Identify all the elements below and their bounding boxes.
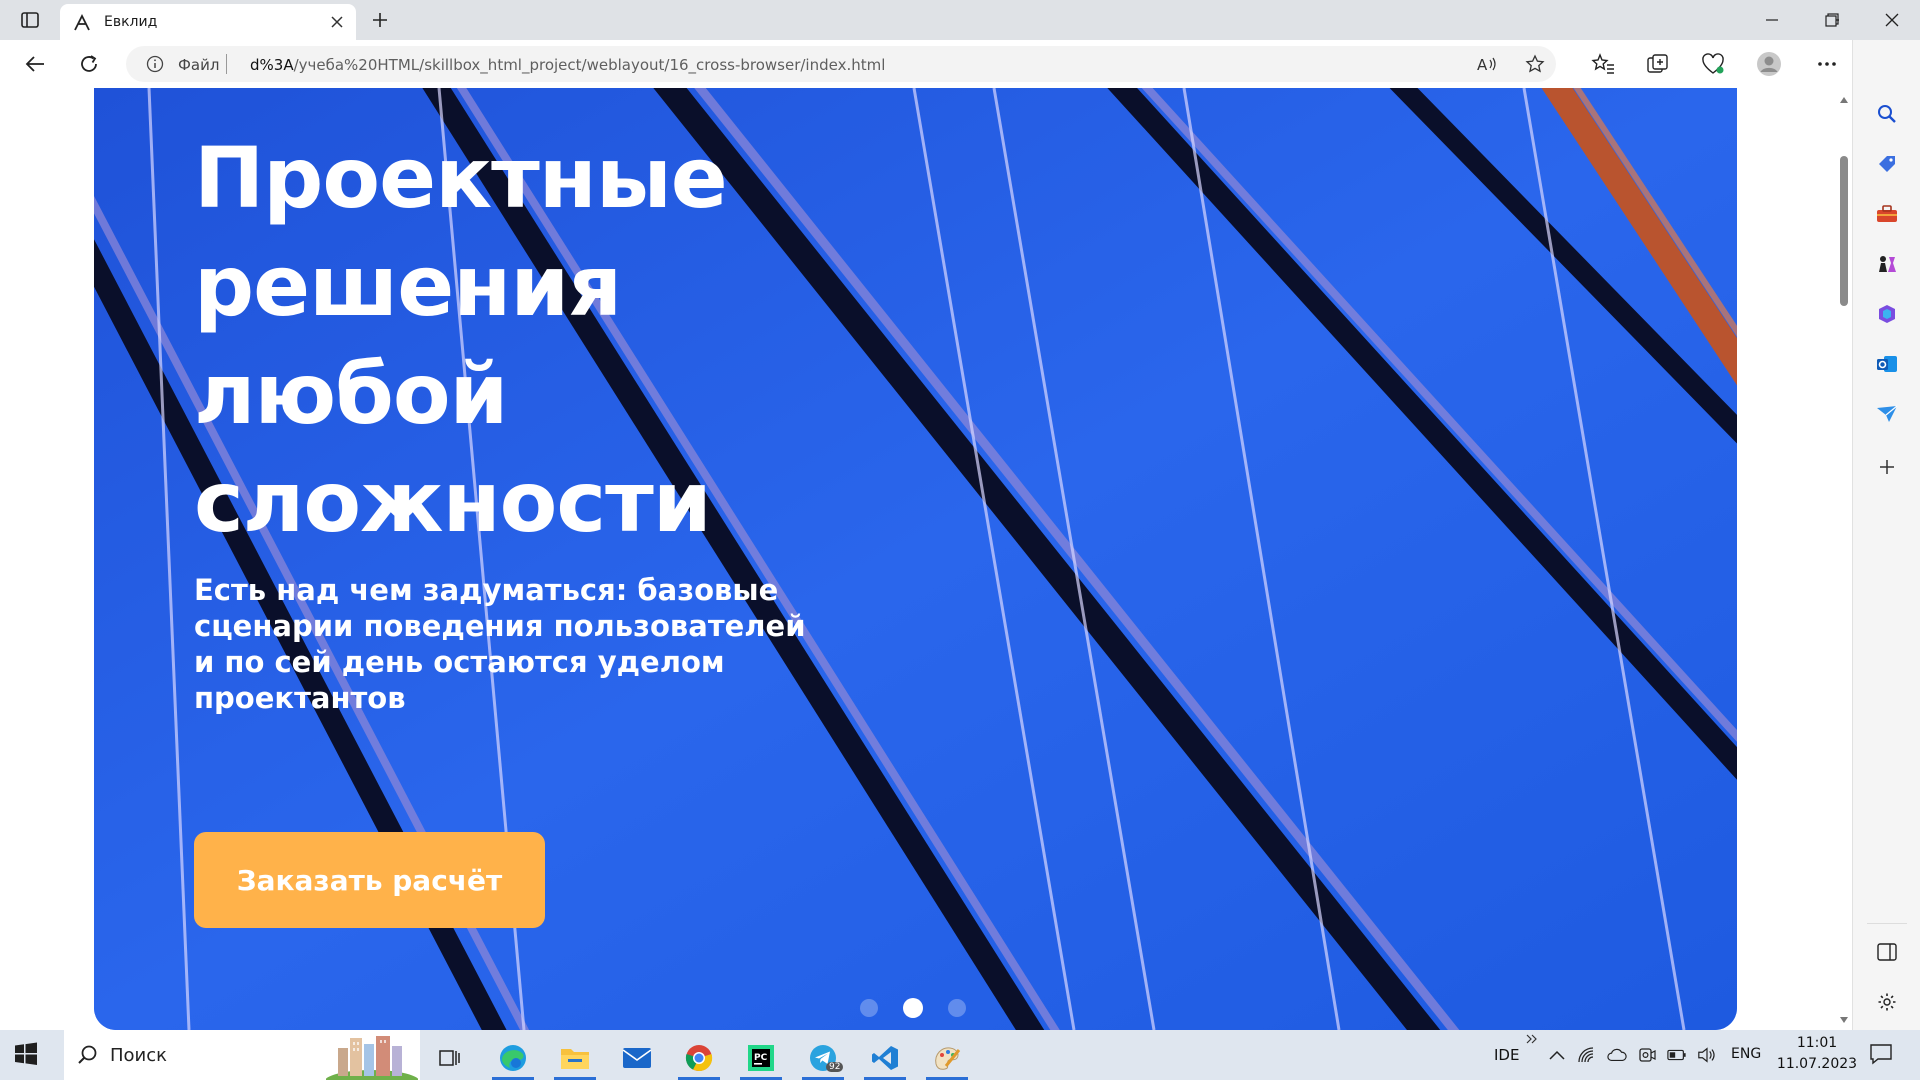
page-viewport: Проектные решения любой сложности Есть н… [0,88,1836,1030]
hero-section: Проектные решения любой сложности Есть н… [94,88,1737,1030]
restore-window-icon[interactable] [1805,0,1859,40]
chrome-icon[interactable] [674,1036,724,1080]
read-aloud-icon[interactable]: A [1476,54,1498,74]
windows-start-icon[interactable] [14,1042,38,1066]
edge-sidebar [1852,40,1920,1030]
toolbar-expand-chevrons-icon[interactable] [1523,1032,1541,1046]
address-bar[interactable]: Файл d%3A/учеба%20HTML/skillbox_html_pro… [126,46,1556,82]
slider-dot-1[interactable] [860,999,878,1017]
battery-icon[interactable] [1667,1045,1687,1065]
hero-title-line: Проектные [194,129,728,227]
scroll-down-arrow-icon[interactable] [1840,1016,1848,1024]
task-view-icon[interactable] [425,1036,475,1080]
file-explorer-icon[interactable] [550,1036,600,1080]
favorites-icon[interactable] [1590,52,1616,76]
add-sidebar-app-icon[interactable] [1875,455,1899,479]
url-text[interactable]: d%3A/учеба%20HTML/skillbox_html_project/… [250,56,885,74]
outlook-icon[interactable] [1875,352,1899,376]
scrollbar-thumb[interactable] [1840,156,1848,306]
mail-icon[interactable] [612,1036,662,1080]
euclid-favicon-icon [72,13,92,33]
vscode-icon[interactable] [860,1036,910,1080]
clock-time[interactable]: 11:01 [1792,1035,1842,1051]
search-highlight-city-icon [324,1030,420,1080]
address-separator [226,54,227,74]
slider-dot-3[interactable] [948,999,966,1017]
slider-dot-2-active[interactable] [903,998,923,1018]
wifi-icon[interactable] [1577,1045,1597,1065]
pycharm-icon[interactable]: PC [736,1036,786,1080]
tab-strip: Евклид [0,0,1920,40]
telegram-unread-badge: 92 [826,1062,844,1072]
profile-avatar-icon[interactable] [1756,52,1782,76]
active-tab[interactable]: Евклид [60,4,356,40]
telegram-icon[interactable]: 92 [798,1036,848,1080]
collections-icon[interactable] [1645,52,1671,76]
page-scrollbar[interactable] [1836,88,1852,1030]
minimize-window-icon[interactable] [1745,0,1799,40]
browser-toolbar: Файл d%3A/учеба%20HTML/skillbox_html_pro… [0,40,1920,88]
tab-title: Евклид [104,14,158,30]
hero-subtitle: Есть над чем задуматься: базовые сценари… [194,572,814,716]
hero-subtitle-line: и по сей день остаются уделом [194,645,725,679]
scheme-label: Файл [178,56,220,74]
sidebar-divider [1867,923,1907,924]
windows-taskbar: Поиск PC 92 IDE ENG 11:01 11.07.2023 [0,1030,1920,1080]
slider-pagination [860,997,1000,1019]
sidebar-settings-gear-icon[interactable] [1875,990,1899,1014]
back-arrow-icon[interactable] [20,50,50,78]
drop-send-icon[interactable] [1875,402,1899,426]
url-prefix: d%3A [250,56,294,74]
notifications-icon[interactable] [1868,1042,1894,1066]
hero-subtitle-line: сценарии поведения пользователей [194,609,806,643]
search-icon[interactable] [1875,102,1899,126]
hero-subtitle-line: Есть над чем задуматься: базовые [194,573,779,607]
games-chess-icon[interactable] [1875,252,1899,276]
tools-briefcase-icon[interactable] [1875,202,1899,226]
more-options-icon[interactable] [1814,52,1840,76]
clock-date[interactable]: 11.07.2023 [1776,1056,1858,1072]
hero-title: Проектные решения любой сложности [194,124,894,556]
svg-text:PC: PC [754,1053,768,1063]
shopping-tag-icon[interactable] [1875,152,1899,176]
meet-now-camera-icon[interactable] [1637,1045,1657,1065]
show-hidden-icons-chevron-icon[interactable] [1547,1045,1567,1065]
hero-title-line: любой [194,345,508,443]
url-path: /учеба%20HTML/skillbox_html_project/webl… [293,56,886,74]
volume-icon[interactable] [1697,1045,1717,1065]
svg-text:A: A [1477,56,1488,73]
search-placeholder: Поиск [110,1045,168,1066]
order-calculation-button[interactable]: Заказать расчёт [194,832,545,928]
refresh-icon[interactable] [74,50,104,78]
scroll-up-arrow-icon[interactable] [1840,96,1848,104]
hide-sidebar-icon[interactable] [1875,940,1899,964]
tab-actions-icon[interactable] [16,8,44,32]
input-language[interactable]: ENG [1731,1046,1761,1062]
hero-title-line: сложности [194,453,712,551]
new-tab-button[interactable] [366,8,394,32]
hero-title-line: решения [194,237,622,335]
search-magnifier-icon [76,1043,100,1071]
edge-taskbar-icon[interactable] [488,1036,538,1080]
taskbar-search-box[interactable]: Поиск [64,1030,420,1080]
close-tab-icon[interactable] [328,13,346,31]
favorite-star-icon[interactable] [1524,54,1546,74]
site-info-icon[interactable] [146,55,164,77]
ide-label[interactable]: IDE [1494,1046,1519,1064]
paint-icon[interactable] [922,1036,972,1080]
onedrive-cloud-icon[interactable] [1607,1045,1627,1065]
browser-essentials-icon[interactable] [1700,52,1726,76]
microsoft-365-icon[interactable] [1875,302,1899,326]
close-window-icon[interactable] [1865,0,1919,40]
hero-subtitle-line: проектантов [194,681,406,715]
window-controls [1745,0,1920,40]
